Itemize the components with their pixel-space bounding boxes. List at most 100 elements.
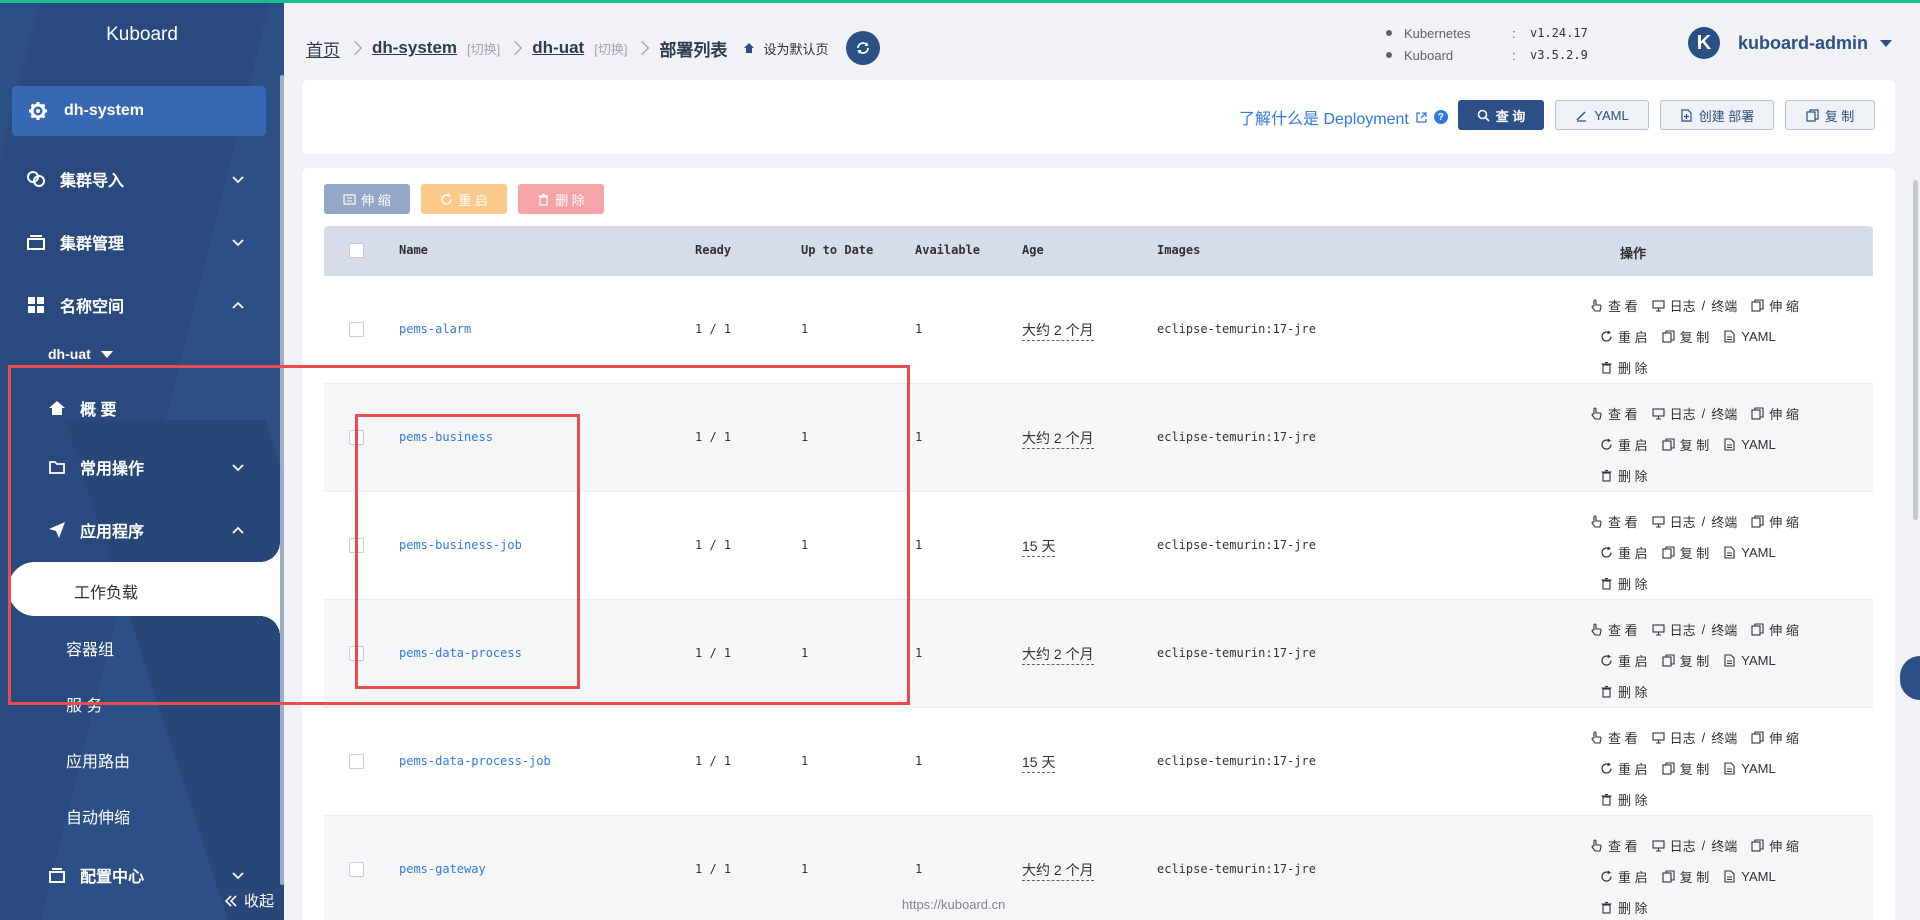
user-menu[interactable]: K kuboard-admin xyxy=(1688,27,1893,59)
sidebar-item-config[interactable]: 配置中心 xyxy=(0,855,270,895)
yaml-button[interactable]: YAML xyxy=(1723,437,1776,452)
sidebar-item-cluster-manage[interactable]: 集群管理 xyxy=(0,222,270,262)
delete-button[interactable]: 删 除 xyxy=(1600,790,1648,809)
copy-button[interactable]: 复 制 xyxy=(1662,867,1709,886)
sidebar-collapse-button[interactable]: 收起 xyxy=(224,890,274,911)
scale-button[interactable]: 伸 缩 xyxy=(1751,296,1799,315)
sidebar-item-services[interactable]: 服 务 xyxy=(66,692,102,716)
view-button[interactable]: 查 看 xyxy=(1590,728,1638,747)
view-button[interactable]: 查 看 xyxy=(1590,404,1638,423)
namespace-selector[interactable]: dh-uat xyxy=(48,346,113,362)
bulk-delete-button[interactable]: 删 除 xyxy=(518,184,604,214)
restart-button[interactable]: 重 启 xyxy=(1600,867,1648,886)
logs-terminal-button[interactable]: 日志 / 终端 xyxy=(1652,836,1737,855)
yaml-button[interactable]: YAML xyxy=(1555,100,1649,130)
column-header-age: Age xyxy=(1022,243,1044,257)
logs-terminal-button[interactable]: 日志 / 终端 xyxy=(1652,512,1737,531)
copy-icon xyxy=(1662,546,1675,559)
scale-button[interactable]: 伸 缩 xyxy=(1751,620,1799,639)
bulk-scale-button[interactable]: 伸 缩 xyxy=(324,184,410,214)
scale-button[interactable]: 伸 缩 xyxy=(1751,728,1799,747)
refresh-icon xyxy=(1600,762,1613,775)
copy-button[interactable]: 复 制 xyxy=(1662,543,1709,562)
sidebar-scrollbar[interactable] xyxy=(280,75,284,885)
view-button[interactable]: 查 看 xyxy=(1590,620,1638,639)
restart-button[interactable]: 重 启 xyxy=(1600,651,1648,670)
learn-deployment-link[interactable]: 了解什么是 Deployment ? xyxy=(1239,105,1448,129)
delete-button[interactable]: 删 除 xyxy=(1600,574,1648,593)
sidebar-item-pods[interactable]: 容器组 xyxy=(66,636,114,660)
copy-button[interactable]: 复 制 xyxy=(1662,327,1709,346)
scale-button[interactable]: 伸 缩 xyxy=(1751,404,1799,423)
sidebar-item-common-ops[interactable]: 常用操作 xyxy=(0,447,270,487)
cluster-selector[interactable]: dh-system xyxy=(12,86,266,136)
yaml-button[interactable]: YAML xyxy=(1723,869,1776,884)
breadcrumb-namespace[interactable]: dh-uat xyxy=(532,38,584,58)
scale-button[interactable]: 伸 缩 xyxy=(1751,836,1799,855)
sidebar-item-workload[interactable] xyxy=(8,542,280,636)
sidebar-item-namespace[interactable]: 名称空间 xyxy=(0,285,270,325)
yaml-button[interactable]: YAML xyxy=(1723,653,1776,668)
monitor-icon xyxy=(1652,839,1665,852)
breadcrumb-cluster[interactable]: dh-system xyxy=(372,38,457,58)
row-checkbox[interactable] xyxy=(349,754,364,769)
deployment-name-link[interactable]: pems-business xyxy=(399,430,493,444)
column-header-name[interactable]: Name xyxy=(399,243,428,257)
row-checkbox[interactable] xyxy=(349,430,364,445)
restart-button[interactable]: 重 启 xyxy=(1600,327,1648,346)
yaml-button[interactable]: YAML xyxy=(1723,329,1776,344)
sidebar-item-ingress[interactable]: 应用路由 xyxy=(66,748,130,772)
delete-button[interactable]: 删 除 xyxy=(1600,898,1648,917)
row-checkbox[interactable] xyxy=(349,862,364,877)
sidebar-item-overview[interactable]: 概 要 xyxy=(0,388,270,428)
yaml-button[interactable]: YAML xyxy=(1723,545,1776,560)
double-chevron-left-icon xyxy=(224,894,238,908)
scale-button[interactable]: 伸 缩 xyxy=(1751,512,1799,531)
restart-button[interactable]: 重 启 xyxy=(1600,759,1648,778)
sidebar-item-autoscale[interactable]: 自动伸缩 xyxy=(66,804,130,828)
deployment-name-link[interactable]: pems-business-job xyxy=(399,538,522,552)
restart-button[interactable]: 重 启 xyxy=(1600,435,1648,454)
row-checkbox[interactable] xyxy=(349,322,364,337)
delete-button[interactable]: 删 除 xyxy=(1600,682,1648,701)
restart-button[interactable]: 重 启 xyxy=(1600,543,1648,562)
deployment-name-link[interactable]: pems-data-process xyxy=(399,646,522,660)
logs-terminal-button[interactable]: 日志 / 终端 xyxy=(1652,728,1737,747)
link-icon xyxy=(26,169,46,189)
copy-button[interactable]: 复 制 xyxy=(1785,100,1875,130)
breadcrumb-home[interactable]: 首页 xyxy=(306,36,340,61)
help-icon[interactable]: ? xyxy=(1433,110,1448,124)
sidebar-item-cluster-import[interactable]: 集群导入 xyxy=(0,159,270,199)
chat-bubble-icon[interactable] xyxy=(1900,656,1920,700)
refresh-button[interactable] xyxy=(846,31,881,65)
logs-terminal-button[interactable]: 日志 / 终端 xyxy=(1652,620,1737,639)
create-deployment-button[interactable]: 创建 部署 xyxy=(1660,100,1774,130)
learn-link-label: 了解什么是 Deployment xyxy=(1239,111,1409,128)
select-all-checkbox[interactable] xyxy=(349,243,364,258)
page-scrollbar[interactable] xyxy=(1913,180,1918,520)
row-checkbox[interactable] xyxy=(349,646,364,661)
switch-namespace-link[interactable]: [切换] xyxy=(594,39,627,58)
delete-button[interactable]: 删 除 xyxy=(1600,358,1648,377)
deployment-name-link[interactable]: pems-data-process-job xyxy=(399,754,551,768)
view-button[interactable]: 查 看 xyxy=(1590,836,1638,855)
copy-button[interactable]: 复 制 xyxy=(1662,651,1709,670)
logs-terminal-button[interactable]: 日志 / 终端 xyxy=(1652,404,1737,423)
set-default-page-button[interactable]: 设为默认页 xyxy=(743,39,828,58)
view-button[interactable]: 查 看 xyxy=(1590,296,1638,315)
copy-button[interactable]: 复 制 xyxy=(1662,759,1709,778)
logs-terminal-button[interactable]: 日志 / 终端 xyxy=(1652,296,1737,315)
copy-button[interactable]: 复 制 xyxy=(1662,435,1709,454)
sidebar-item-apps[interactable]: 应用程序 xyxy=(0,510,270,550)
bulk-restart-button[interactable]: 重 启 xyxy=(421,184,507,214)
delete-button[interactable]: 删 除 xyxy=(1600,466,1648,485)
query-button[interactable]: 查 询 xyxy=(1458,100,1544,130)
sidebar-item-label: 集群管理 xyxy=(60,236,125,253)
row-checkbox[interactable] xyxy=(349,538,364,553)
switch-cluster-link[interactable]: [切换] xyxy=(467,39,500,58)
yaml-button[interactable]: YAML xyxy=(1723,761,1776,776)
deployment-name-link[interactable]: pems-gateway xyxy=(399,862,486,876)
refresh-icon xyxy=(1600,546,1613,559)
view-button[interactable]: 查 看 xyxy=(1590,512,1638,531)
deployment-name-link[interactable]: pems-alarm xyxy=(399,322,471,336)
